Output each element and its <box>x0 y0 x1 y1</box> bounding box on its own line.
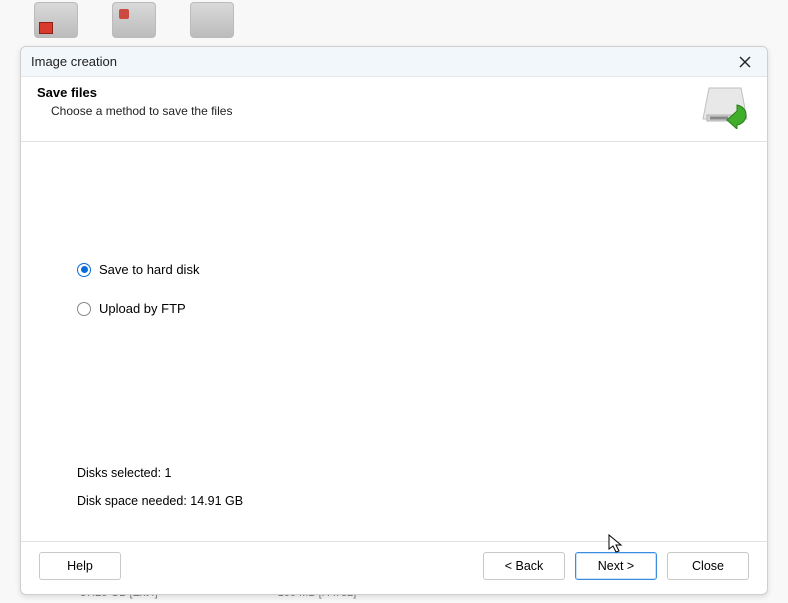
option-save-to-hard-disk[interactable]: Save to hard disk <box>77 262 767 277</box>
radio-icon <box>77 302 91 316</box>
next-button[interactable]: Next > <box>575 552 657 580</box>
disk-icon <box>112 2 156 38</box>
help-button[interactable]: Help <box>39 552 121 580</box>
option-label: Save to hard disk <box>99 262 199 277</box>
disk-space-needed-line: Disk space needed: 14.91 GB <box>77 488 243 516</box>
dialog-content: Save to hard disk Upload by FTP Disks se… <box>21 142 767 541</box>
dialog-header: Save files Choose a method to save the f… <box>21 77 767 142</box>
background-disk-icons <box>34 2 234 38</box>
dialog-titlebar: Image creation <box>21 47 767 77</box>
disk-icon <box>190 2 234 38</box>
radio-icon <box>77 263 91 277</box>
close-icon[interactable] <box>733 50 757 74</box>
option-label: Upload by FTP <box>99 301 186 316</box>
disks-selected-line: Disks selected: 1 <box>77 460 243 488</box>
summary-block: Disks selected: 1 Disk space needed: 14.… <box>77 460 243 515</box>
dialog-footer: Help < Back Next > Close <box>21 541 767 594</box>
close-button[interactable]: Close <box>667 552 749 580</box>
option-upload-by-ftp[interactable]: Upload by FTP <box>77 301 767 316</box>
save-disk-icon <box>701 85 751 129</box>
dialog-title: Image creation <box>31 54 733 69</box>
back-button[interactable]: < Back <box>483 552 565 580</box>
disk-icon <box>34 2 78 38</box>
image-creation-dialog: Image creation Save files Choose a metho… <box>20 46 768 595</box>
header-subtitle: Choose a method to save the files <box>51 104 701 118</box>
header-title: Save files <box>37 85 701 100</box>
